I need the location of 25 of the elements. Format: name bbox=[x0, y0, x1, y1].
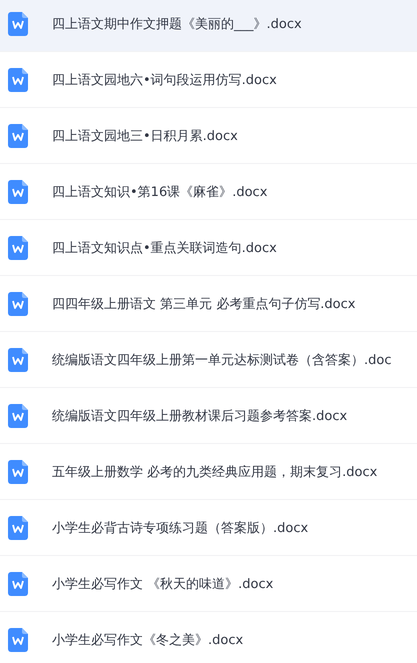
document-icon bbox=[8, 68, 28, 92]
file-name: 小学生必写作文《冬之美》.docx bbox=[52, 632, 244, 648]
document-icon bbox=[8, 348, 28, 372]
document-icon bbox=[8, 628, 28, 652]
document-icon bbox=[8, 12, 28, 36]
file-name: 小学生必写作文 《秋天的味道》.docx bbox=[52, 576, 274, 592]
file-name: 四上语文知识点•重点关联词造句.docx bbox=[52, 240, 277, 256]
document-icon bbox=[8, 460, 28, 484]
document-icon bbox=[8, 180, 28, 204]
file-name: 四上语文知识•第16课《麻雀》.docx bbox=[52, 184, 268, 200]
file-name: 四上语文园地三•日积月累.docx bbox=[52, 128, 238, 144]
file-name: 五年级上册数学 必考的九类经典应用题，期末复习.docx bbox=[52, 464, 378, 480]
file-row[interactable]: 四上语文期中作文押题《美丽的___》.docx bbox=[0, 0, 417, 52]
file-name: 四上语文园地六•词句段运用仿写.docx bbox=[52, 72, 277, 88]
document-icon bbox=[8, 572, 28, 596]
document-icon bbox=[8, 516, 28, 540]
file-name: 统编版语文四年级上册第一单元达标测试卷（含答案）.doc bbox=[52, 352, 392, 368]
document-icon bbox=[8, 124, 28, 148]
document-icon bbox=[8, 404, 28, 428]
file-name: 四四年级上册语文 第三单元 必考重点句子仿写.docx bbox=[52, 296, 356, 312]
document-icon bbox=[8, 236, 28, 260]
document-icon bbox=[8, 292, 28, 316]
file-name: 四上语文期中作文押题《美丽的___》.docx bbox=[52, 16, 302, 32]
file-name: 统编版语文四年级上册教材课后习题参考答案.docx bbox=[52, 408, 348, 424]
file-name: 小学生必背古诗专项练习题（答案版）.docx bbox=[52, 520, 308, 536]
